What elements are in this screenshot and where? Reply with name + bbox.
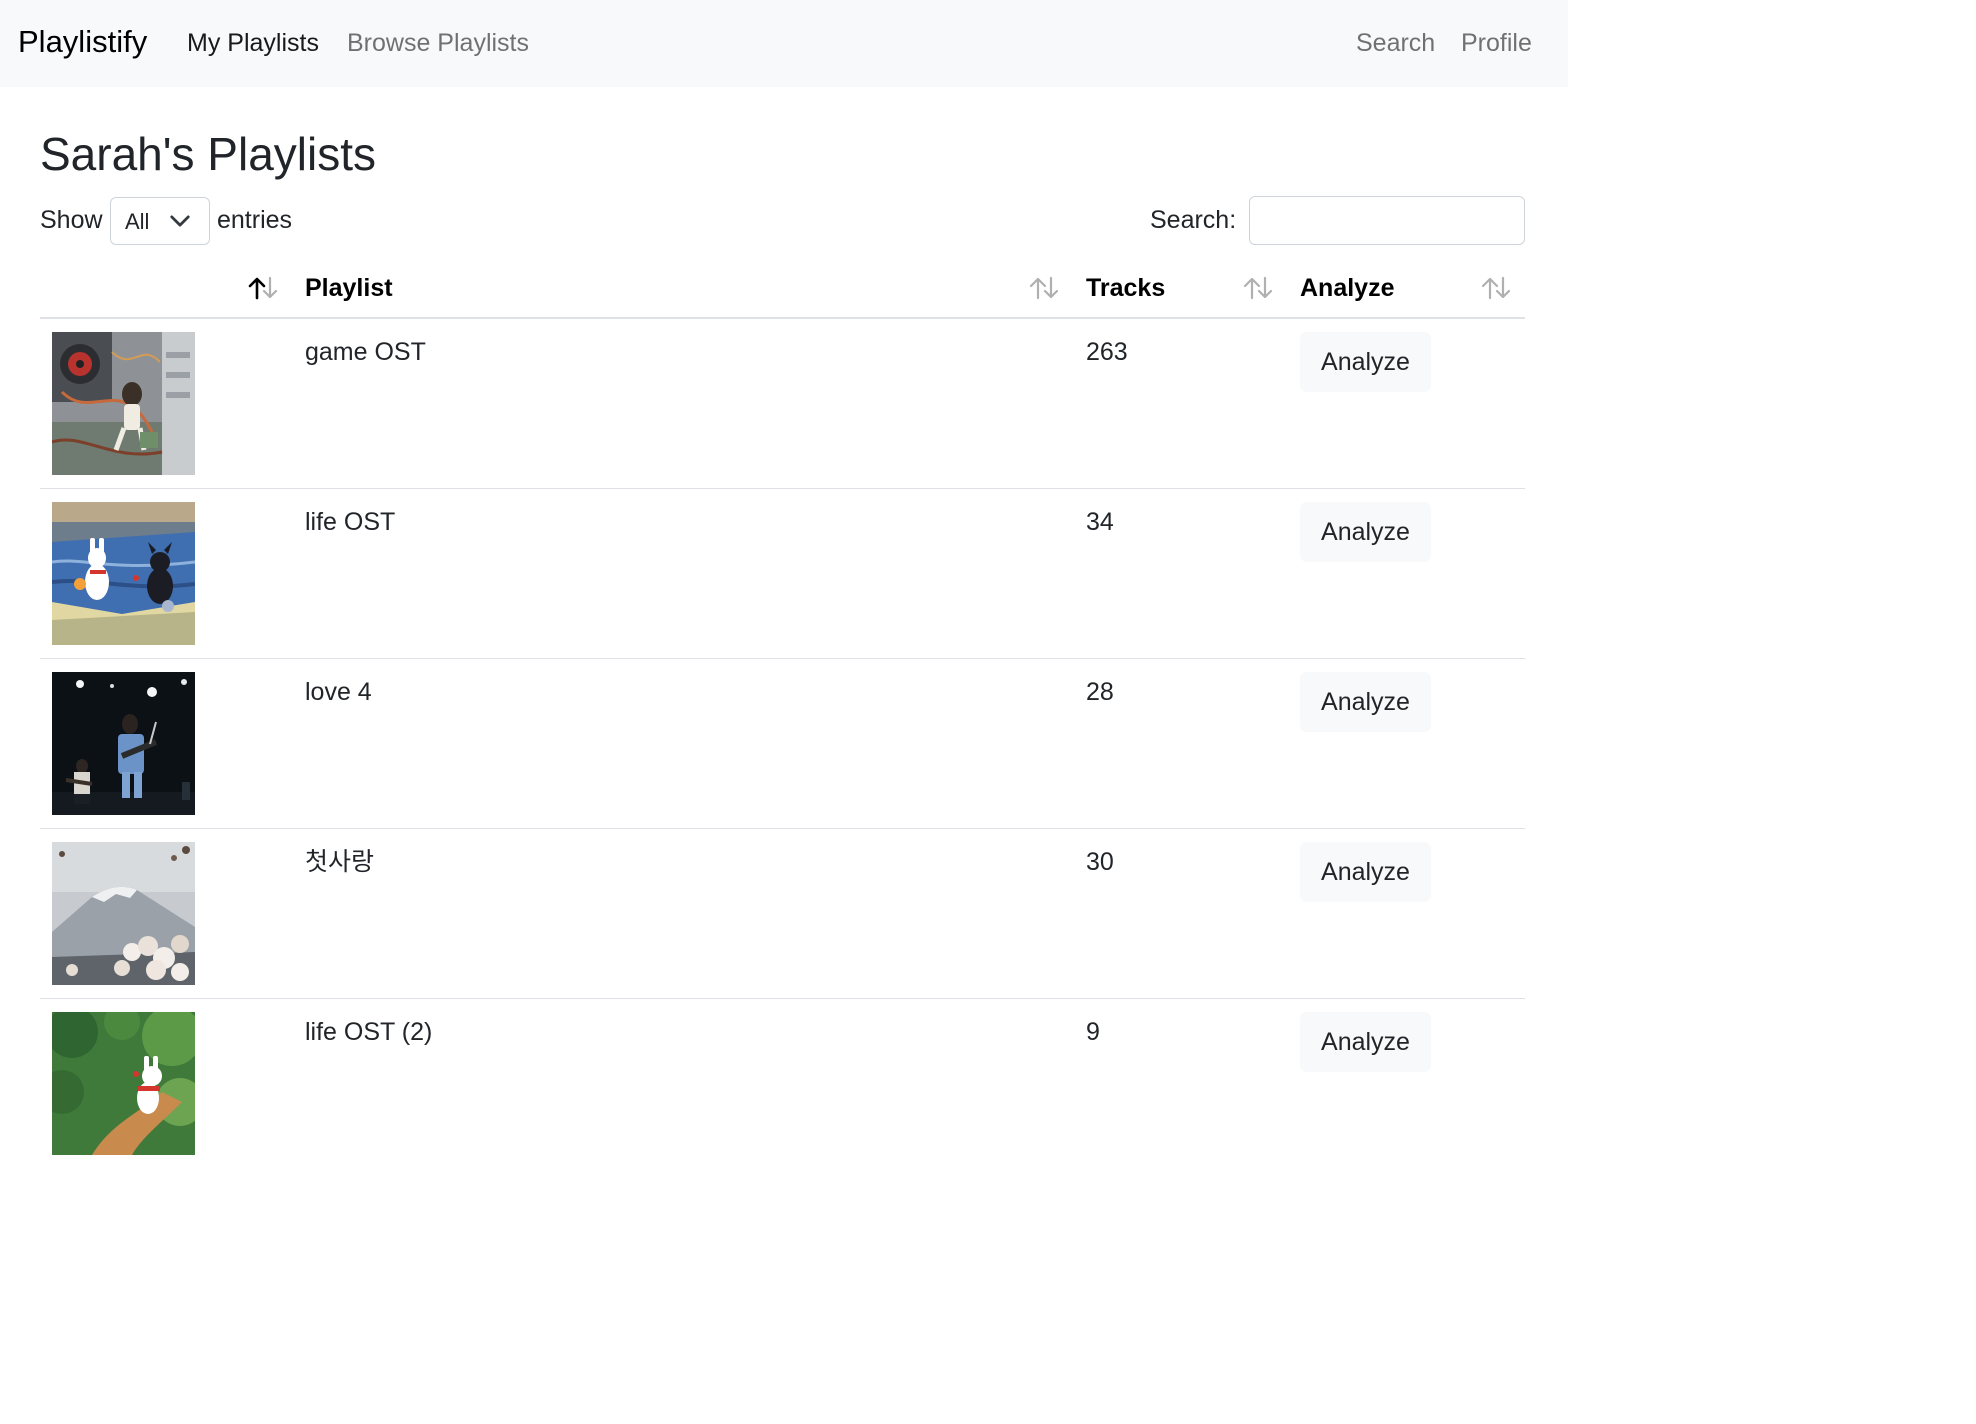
playlist-cover-image: [52, 672, 195, 815]
nav-link-my-playlists[interactable]: My Playlists: [187, 26, 319, 60]
table-row: game OST 263 Analyze: [40, 319, 1525, 489]
table-row: life OST (2) 9 Analyze: [40, 999, 1525, 1169]
entries-per-page-select[interactable]: All: [110, 197, 210, 245]
analyze-button[interactable]: Analyze: [1300, 842, 1431, 902]
column-header-tracks[interactable]: Tracks: [1086, 271, 1165, 305]
playlist-cover-image: [52, 502, 195, 645]
nav-link-search[interactable]: Search: [1356, 26, 1435, 60]
column-header-playlist[interactable]: Playlist: [305, 271, 393, 305]
playlist-name[interactable]: life OST: [305, 505, 395, 539]
analyze-button[interactable]: Analyze: [1300, 332, 1431, 392]
track-count: 9: [1086, 1018, 1100, 1046]
playlist-name[interactable]: game OST: [305, 335, 426, 369]
analyze-button[interactable]: Analyze: [1300, 1012, 1431, 1072]
navbar: Playlistify My Playlists Browse Playlist…: [0, 0, 1568, 87]
track-count: 34: [1086, 508, 1114, 536]
sort-icon[interactable]: [1241, 275, 1275, 301]
entries-select-value: All: [125, 209, 150, 234]
column-header-analyze[interactable]: Analyze: [1300, 271, 1394, 305]
track-count: 28: [1086, 678, 1114, 706]
entries-label: entries: [217, 206, 293, 234]
playlist-cover-image: [52, 332, 195, 475]
analyze-button[interactable]: Analyze: [1300, 672, 1431, 732]
playlist-name[interactable]: love 4: [305, 675, 372, 709]
table-row: 첫사랑 30 Analyze: [40, 829, 1525, 999]
table-header: Playlist Tracks Analyze: [40, 258, 1525, 319]
track-count: 263: [1086, 338, 1128, 366]
table-row: love 4 28 Analyze: [40, 659, 1525, 829]
sort-ascending-icon[interactable]: [246, 275, 280, 301]
table-row: life OST 34 Analyze: [40, 489, 1525, 659]
track-count: 30: [1086, 848, 1114, 876]
brand-logo-link[interactable]: Playlistify: [18, 22, 147, 62]
show-label: Show: [40, 206, 103, 234]
sort-icon[interactable]: [1479, 275, 1513, 301]
nav-link-browse-playlists[interactable]: Browse Playlists: [347, 26, 529, 60]
nav-link-profile[interactable]: Profile: [1461, 26, 1532, 60]
table-search-input[interactable]: [1249, 196, 1525, 245]
playlist-name[interactable]: 첫사랑: [305, 845, 374, 879]
playlist-name[interactable]: life OST (2): [305, 1015, 432, 1049]
page-title: Sarah's Playlists: [40, 128, 377, 180]
chevron-down-icon: [170, 215, 190, 227]
analyze-button[interactable]: Analyze: [1300, 502, 1431, 562]
search-label: Search:: [1150, 206, 1237, 234]
playlist-cover-image: [52, 1012, 195, 1155]
playlist-cover-image: [52, 842, 195, 985]
sort-icon[interactable]: [1027, 275, 1061, 301]
